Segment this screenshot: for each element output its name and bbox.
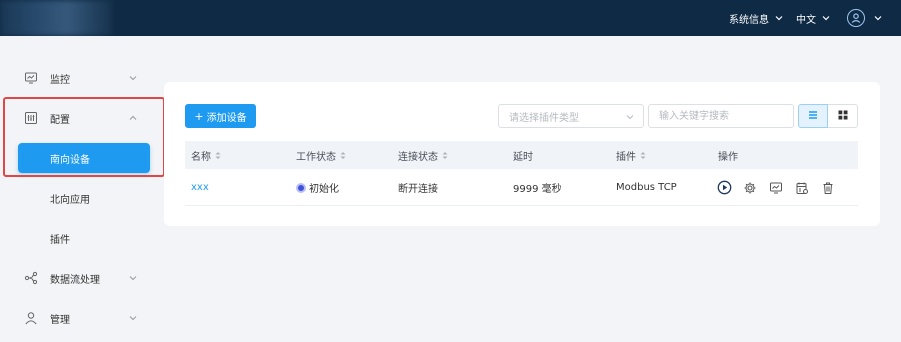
grid-view-button[interactable] — [828, 104, 858, 128]
table-header: 名称 工作状态 连接状态 延时 插件 操作 — [185, 141, 858, 169]
sidebar-item-dataflow[interactable]: 数据流处理 — [0, 264, 164, 292]
column-header-conn-status[interactable]: 连接状态 — [398, 141, 448, 169]
chevron-up-icon — [128, 113, 138, 123]
chevron-down-icon — [128, 313, 138, 323]
language-menu[interactable]: 中文 — [796, 11, 831, 26]
sidebar-item-plugins[interactable]: 插件 — [0, 224, 164, 252]
column-header-name[interactable]: 名称 — [191, 141, 221, 169]
plugin-type-select[interactable]: 请选择插件类型 — [498, 104, 644, 128]
sidebar: 监控 配置 南向设备 北向应用 插件 数据流处理 管理 — [0, 36, 164, 342]
search-input[interactable] — [648, 104, 794, 128]
device-list-card: + 添加设备 请选择插件类型 名称 工作状态 连接状态 — [164, 82, 880, 226]
sidebar-item-label: 监控 — [50, 74, 70, 86]
add-device-button[interactable]: + 添加设备 — [185, 104, 256, 128]
sidebar-subitem-label: 南向设备 — [50, 154, 90, 166]
column-header-label: 延时 — [513, 151, 533, 163]
plus-icon: + — [194, 109, 204, 123]
calendar-config-icon[interactable] — [794, 180, 810, 196]
sidebar-subitem-label: 北向应用 — [50, 194, 90, 206]
chevron-down-icon — [128, 273, 138, 283]
sort-icon — [340, 151, 346, 160]
table-row: xxx 初始化 断开连接 9999 毫秒 Modbus TCP — [185, 169, 858, 206]
work-status-text: 初始化 — [309, 184, 339, 195]
language-label: 中文 — [796, 14, 816, 26]
column-header-actions: 操作 — [718, 141, 738, 169]
top-right-menu: 系统信息 中文 — [717, 0, 883, 36]
system-info-label: 系统信息 — [729, 14, 769, 26]
chevron-down-icon — [625, 112, 635, 122]
column-header-plugin[interactable]: 插件 — [616, 141, 646, 169]
plugin-cell: Modbus TCP — [616, 182, 677, 193]
sidebar-item-label: 数据流处理 — [50, 274, 100, 286]
column-header-label: 插件 — [616, 151, 636, 163]
monitor-data-icon[interactable] — [768, 180, 784, 196]
sidebar-item-label: 插件 — [50, 234, 70, 246]
row-actions — [716, 169, 846, 206]
column-header-work-status[interactable]: 工作状态 — [296, 141, 346, 169]
system-info-menu[interactable]: 系统信息 — [729, 11, 784, 26]
sidebar-item-admin[interactable]: 管理 — [0, 304, 164, 332]
column-header-label: 工作状态 — [296, 151, 336, 163]
settings-gear-icon[interactable] — [742, 180, 758, 196]
chevron-down-icon — [821, 13, 831, 23]
grid-icon — [837, 109, 849, 124]
column-header-label: 操作 — [718, 151, 738, 163]
play-icon[interactable] — [716, 180, 732, 196]
status-dot-icon — [296, 182, 306, 193]
sidebar-subitem-northbound-apps[interactable]: 北向应用 — [18, 183, 150, 213]
sort-icon — [442, 151, 448, 160]
column-header-delay: 延时 — [513, 141, 533, 169]
sidebar-subitem-southbound-devices[interactable]: 南向设备 — [18, 143, 150, 173]
list-icon — [807, 109, 819, 124]
chevron-down-icon — [873, 13, 883, 23]
add-device-label: 添加设备 — [206, 112, 247, 124]
monitor-icon — [24, 71, 38, 85]
sidebar-item-label: 管理 — [50, 314, 70, 326]
logo — [0, 0, 112, 36]
list-view-button[interactable] — [798, 104, 828, 128]
delay-cell: 9999 毫秒 — [513, 184, 562, 195]
plugin-type-placeholder: 请选择插件类型 — [509, 112, 579, 124]
user-menu[interactable] — [847, 9, 883, 27]
trash-icon[interactable] — [820, 180, 836, 196]
chevron-down-icon — [774, 13, 784, 23]
dataflow-icon — [24, 271, 38, 285]
user-icon — [24, 311, 38, 325]
sort-icon — [215, 151, 221, 160]
sidebar-item-label: 配置 — [50, 114, 70, 126]
config-icon — [24, 111, 38, 125]
sort-icon — [640, 151, 646, 160]
work-status-cell: 初始化 — [296, 169, 339, 206]
chevron-down-icon — [128, 73, 138, 83]
sidebar-item-monitor[interactable]: 监控 — [0, 64, 164, 92]
column-header-label: 名称 — [191, 151, 211, 163]
avatar-icon — [847, 9, 865, 27]
device-name-link[interactable]: xxx — [191, 169, 209, 206]
sidebar-item-config[interactable]: 配置 — [0, 104, 164, 132]
top-bar: 系统信息 中文 — [0, 0, 901, 36]
conn-status-cell: 断开连接 — [398, 184, 438, 195]
column-header-label: 连接状态 — [398, 151, 438, 163]
